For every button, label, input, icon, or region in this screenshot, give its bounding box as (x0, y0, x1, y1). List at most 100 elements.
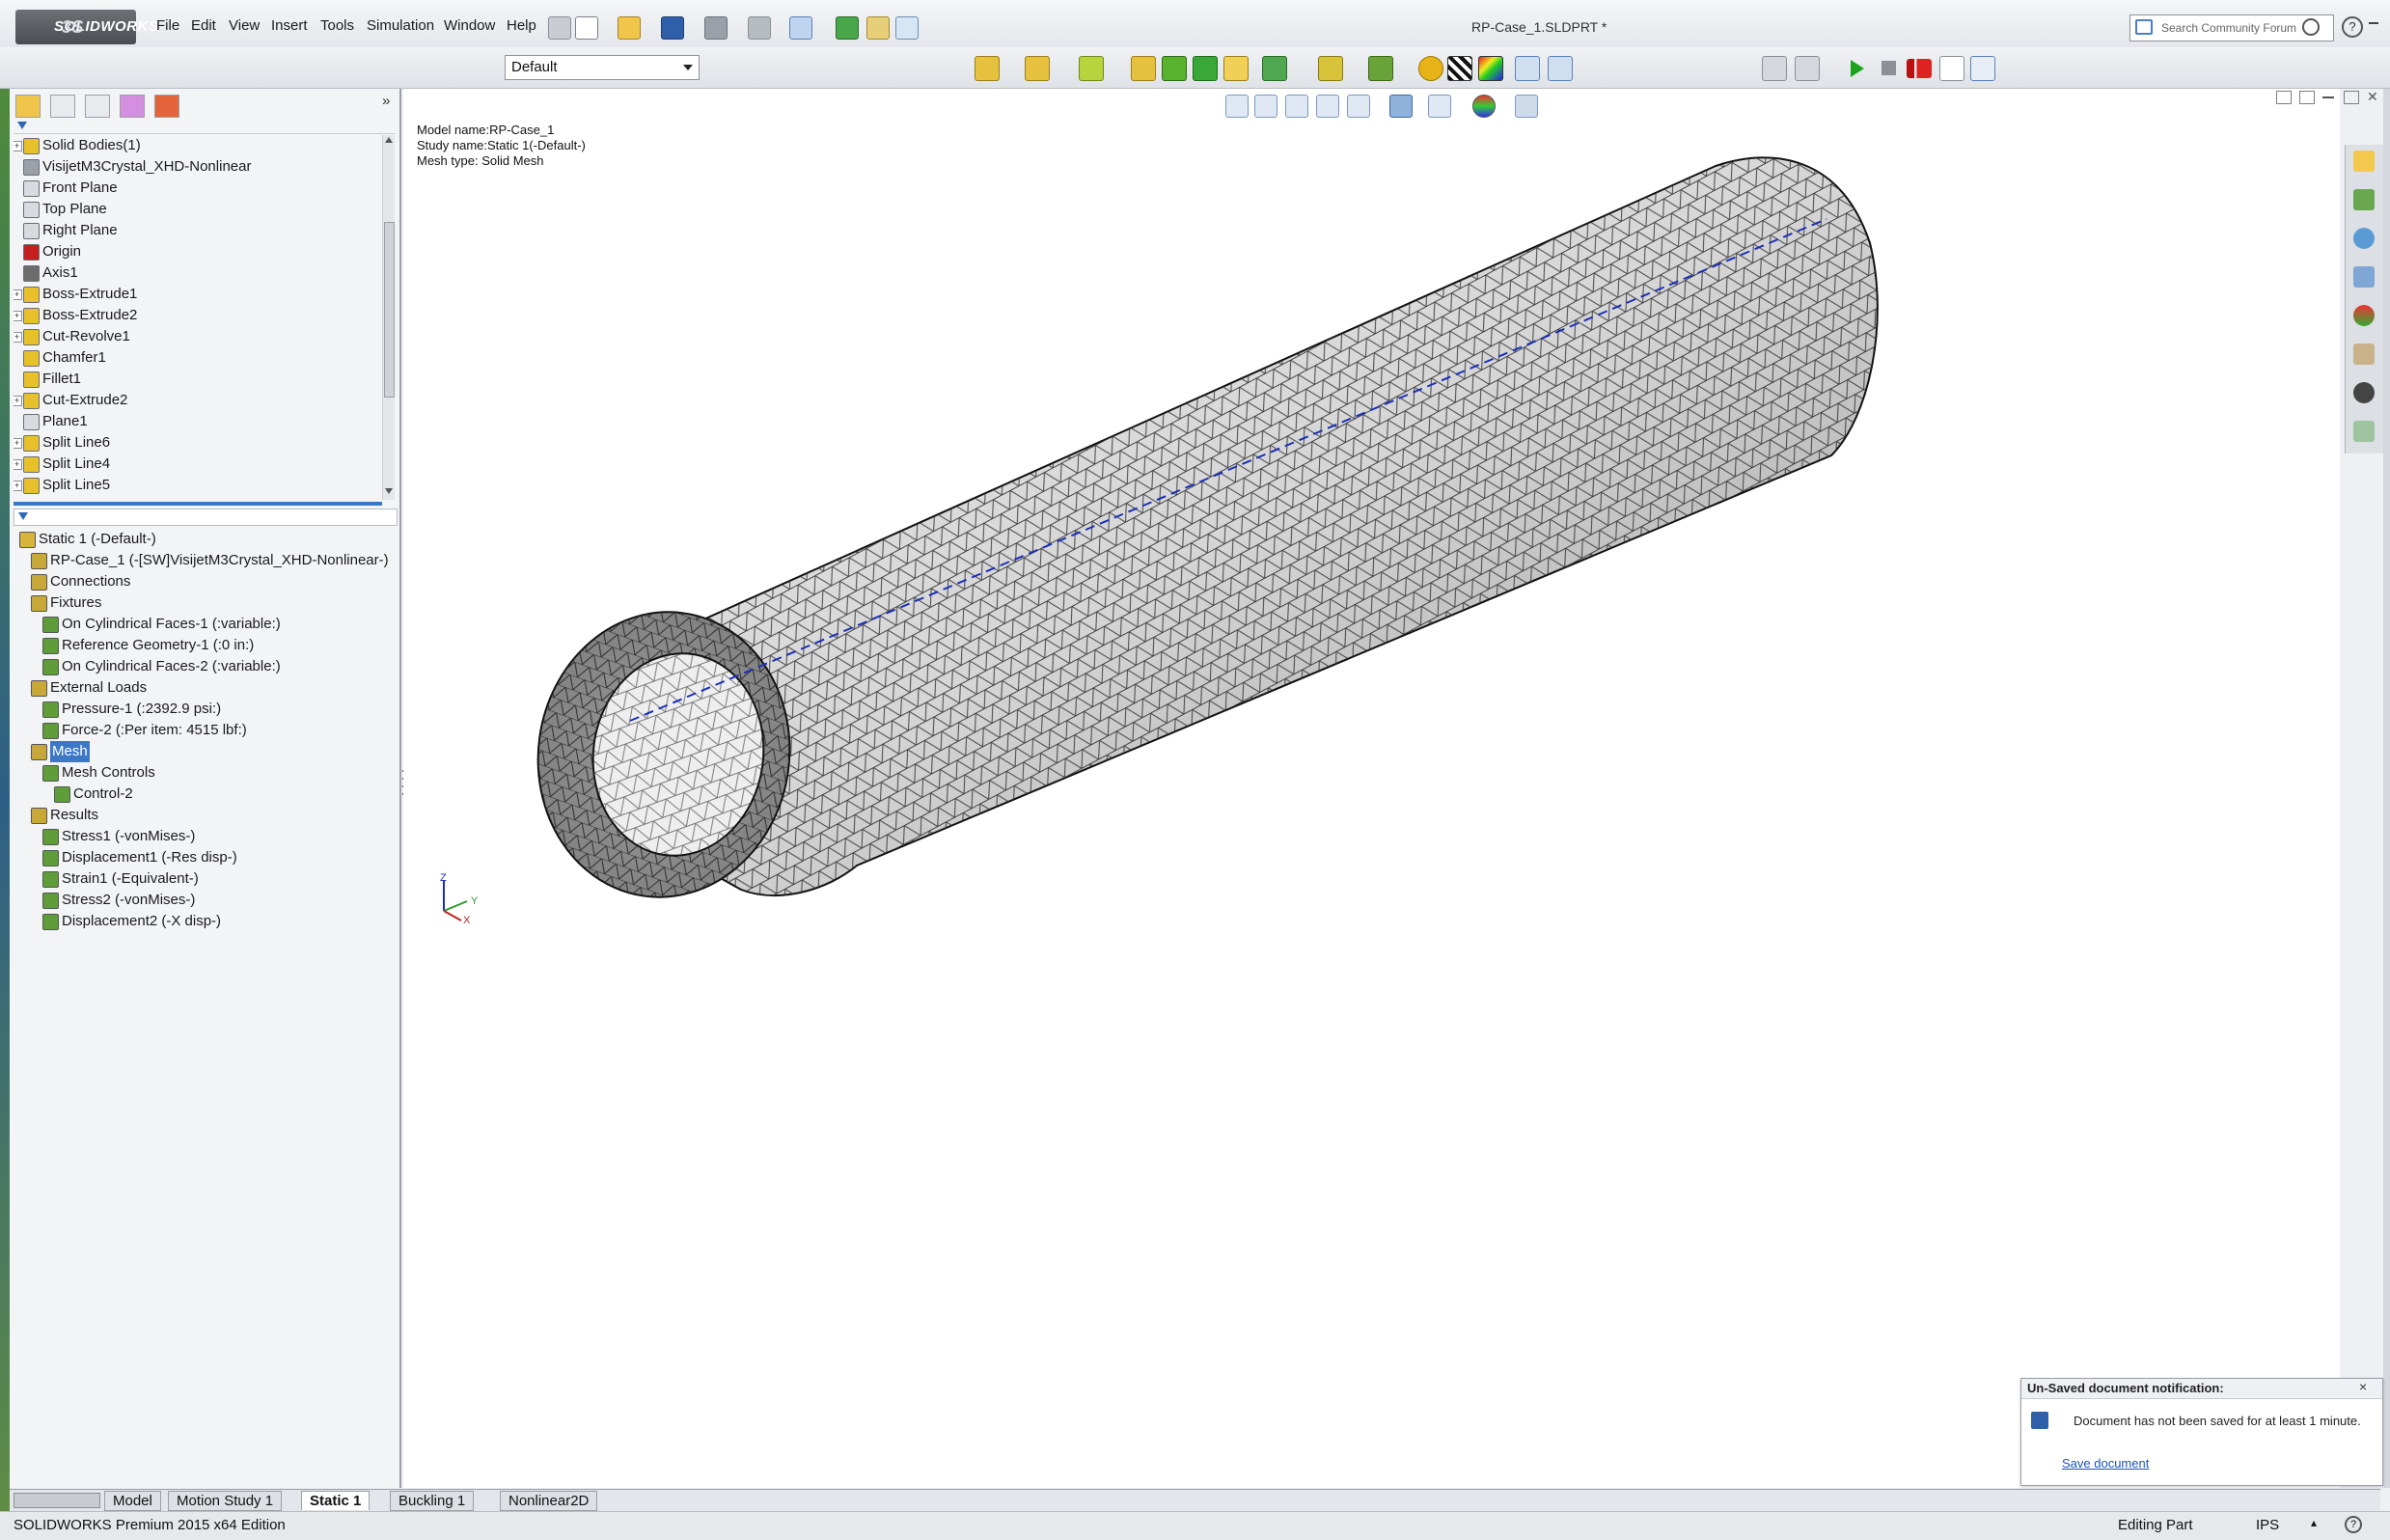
open-folder-icon[interactable] (618, 16, 641, 40)
options-icon[interactable] (895, 16, 919, 40)
results-advisor-icon[interactable] (1223, 56, 1249, 81)
result-colors-icon[interactable] (1478, 56, 1503, 81)
record-icon[interactable] (1907, 59, 1932, 78)
design-library-icon[interactable] (2353, 189, 2375, 210)
expand-plus-icon[interactable]: + (14, 332, 22, 343)
hide-show-items-icon[interactable] (1428, 95, 1451, 118)
solidworks-logo[interactable]: 3S SOLIDWORKS (15, 10, 158, 44)
connections-icon[interactable] (1131, 56, 1156, 81)
menu-simulation[interactable]: Simulation (367, 17, 434, 34)
pin-icon[interactable] (548, 16, 571, 40)
scroll-up-icon[interactable] (385, 137, 393, 143)
minimize-icon[interactable] (2369, 22, 2378, 24)
view-palette-icon[interactable] (2353, 266, 2375, 288)
zoom-to-area-icon[interactable] (1254, 95, 1277, 118)
animation-file-icon[interactable] (1939, 56, 1964, 81)
custom-properties-icon[interactable] (2353, 344, 2375, 365)
feature-tree-filter[interactable] (14, 120, 396, 134)
menu-view[interactable]: View (229, 17, 260, 34)
mesh-model[interactable] (403, 89, 2340, 1488)
close-icon[interactable]: × (2359, 1379, 2367, 1394)
dimxpert-tab-icon[interactable] (120, 95, 145, 118)
plot-tools-icon[interactable] (1447, 56, 1472, 81)
tab-scroll-arrows[interactable] (14, 1493, 100, 1508)
scroll-thumb[interactable] (384, 222, 395, 398)
property-manager-tab-icon[interactable] (50, 95, 75, 118)
select-arrow-icon[interactable] (789, 16, 812, 40)
help-icon[interactable]: ? (2342, 16, 2363, 38)
configuration-manager-tab-icon[interactable] (85, 95, 110, 118)
graphics-area[interactable]: Model name:RP-Case_1 Study name:Static 1… (403, 89, 2340, 1488)
logo-arrow-icon[interactable] (138, 12, 146, 41)
expand-plus-icon[interactable]: + (14, 289, 22, 300)
configuration-select[interactable]: Default (505, 55, 700, 80)
play-icon[interactable] (1851, 60, 1864, 77)
save-document-link[interactable]: Save document (2062, 1456, 2149, 1471)
display-manager-tab-icon[interactable] (154, 95, 179, 118)
expand-panel-icon[interactable]: » (382, 93, 390, 109)
stop-icon[interactable] (1882, 61, 1896, 75)
menu-tools[interactable]: Tools (320, 17, 354, 34)
menu-file[interactable]: File (156, 17, 179, 34)
search-icon[interactable] (2302, 18, 2320, 36)
feature-manager-tab-icon[interactable] (15, 95, 41, 118)
expand-plus-icon[interactable]: + (14, 481, 22, 491)
deformed-result-icon[interactable] (1318, 56, 1343, 81)
status-help-icon[interactable]: ? (2345, 1516, 2362, 1533)
menu-insert[interactable]: Insert (271, 17, 308, 34)
scroll-down-icon[interactable] (385, 488, 393, 494)
rebuild-icon[interactable] (836, 16, 859, 40)
expand-plus-icon[interactable]: + (14, 396, 22, 406)
file-properties-icon[interactable] (866, 16, 890, 40)
zoom-to-fit-icon[interactable] (1225, 95, 1249, 118)
fatigue-icon[interactable] (1762, 56, 1787, 81)
tab-buckling-1[interactable]: Buckling 1 (390, 1491, 475, 1511)
design-insight-icon[interactable] (1418, 56, 1443, 81)
menu-edit[interactable]: Edit (191, 17, 216, 34)
fixtures-advisor-icon[interactable] (1025, 56, 1050, 81)
apply-scene-icon[interactable] (1515, 95, 1538, 118)
expand-plus-icon[interactable]: + (14, 438, 22, 449)
mesh-icon[interactable] (1262, 56, 1287, 81)
shell-manager-icon[interactable] (1162, 56, 1187, 81)
doc-restore-icon[interactable] (2344, 91, 2359, 104)
units-chevron-icon[interactable]: ▴ (2311, 1516, 2317, 1529)
edit-definition-icon[interactable] (1970, 56, 1995, 81)
file-explorer-icon[interactable] (2353, 228, 2375, 249)
display-style-icon[interactable] (1389, 95, 1413, 118)
external-loads-icon[interactable] (1079, 56, 1104, 81)
run-this-study-icon[interactable] (1193, 56, 1218, 81)
doc-close-icon[interactable]: ✕ (2367, 89, 2378, 105)
feature-tree-scrollbar[interactable] (382, 135, 395, 500)
restore-icon[interactable] (2299, 91, 2315, 104)
expand-plus-icon[interactable]: + (14, 311, 22, 321)
appearances-icon[interactable] (2353, 305, 2375, 326)
edit-appearance-icon[interactable] (1472, 95, 1496, 118)
tab-motion-study-1[interactable]: Motion Study 1 (168, 1491, 283, 1511)
undo-icon[interactable] (748, 16, 771, 40)
include-image-icon[interactable] (1548, 56, 1573, 81)
expand-plus-icon[interactable]: + (14, 141, 22, 151)
signal-icon[interactable] (1795, 56, 1820, 81)
study-tree-filter[interactable] (14, 509, 398, 526)
print-icon[interactable] (704, 16, 728, 40)
study-advisor-icon[interactable] (975, 56, 1000, 81)
expand-plus-icon[interactable]: + (14, 459, 22, 470)
menu-window[interactable]: Window (444, 17, 495, 34)
solidworks-resources-icon[interactable] (2353, 151, 2375, 172)
tree-divider[interactable] (14, 502, 382, 506)
tab-model[interactable]: Model (104, 1491, 161, 1511)
new-document-icon[interactable] (575, 16, 598, 40)
tab-static-1[interactable]: Static 1 (301, 1491, 371, 1510)
save-icon[interactable] (661, 16, 684, 40)
solidworks-forum-icon[interactable] (2353, 382, 2375, 403)
tab-nonlinear2d[interactable]: Nonlinear2D (500, 1491, 598, 1511)
section-view-icon[interactable] (1316, 95, 1339, 118)
previous-view-icon[interactable] (1285, 95, 1308, 118)
view-orientation-icon[interactable] (1347, 95, 1370, 118)
units-label[interactable]: IPS (2256, 1517, 2279, 1533)
report-icon[interactable] (1515, 56, 1540, 81)
tile-icon[interactable] (2276, 91, 2292, 104)
compare-results-icon[interactable] (1368, 56, 1393, 81)
doc-minimize-icon[interactable] (2322, 96, 2334, 98)
